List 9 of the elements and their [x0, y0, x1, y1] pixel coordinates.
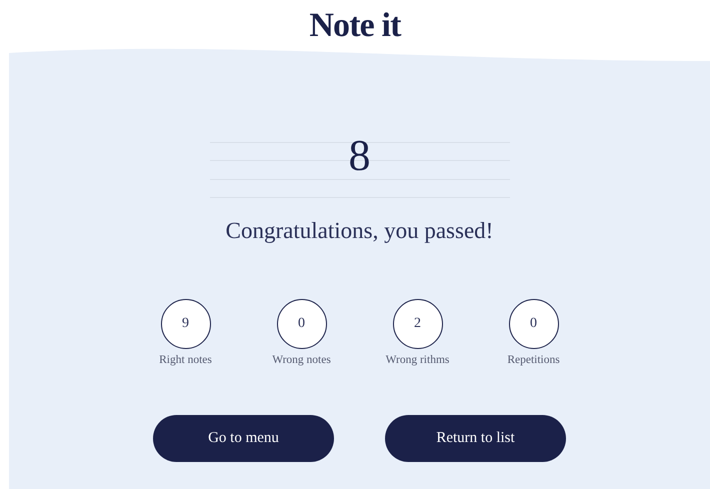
result-message: Congratulations, you passed! [226, 217, 494, 245]
nav-button[interactable]: Go to menu [153, 414, 334, 462]
app-title: Note it [309, 9, 401, 43]
stat-label: Repetitions [507, 352, 560, 368]
score: 8 [348, 134, 370, 178]
stat-label: Wrong rithms [386, 352, 450, 368]
nav-button[interactable]: Return to list [385, 414, 566, 462]
stat-label: Right notes [159, 352, 212, 368]
stat-label: Wrong notes [272, 352, 331, 368]
